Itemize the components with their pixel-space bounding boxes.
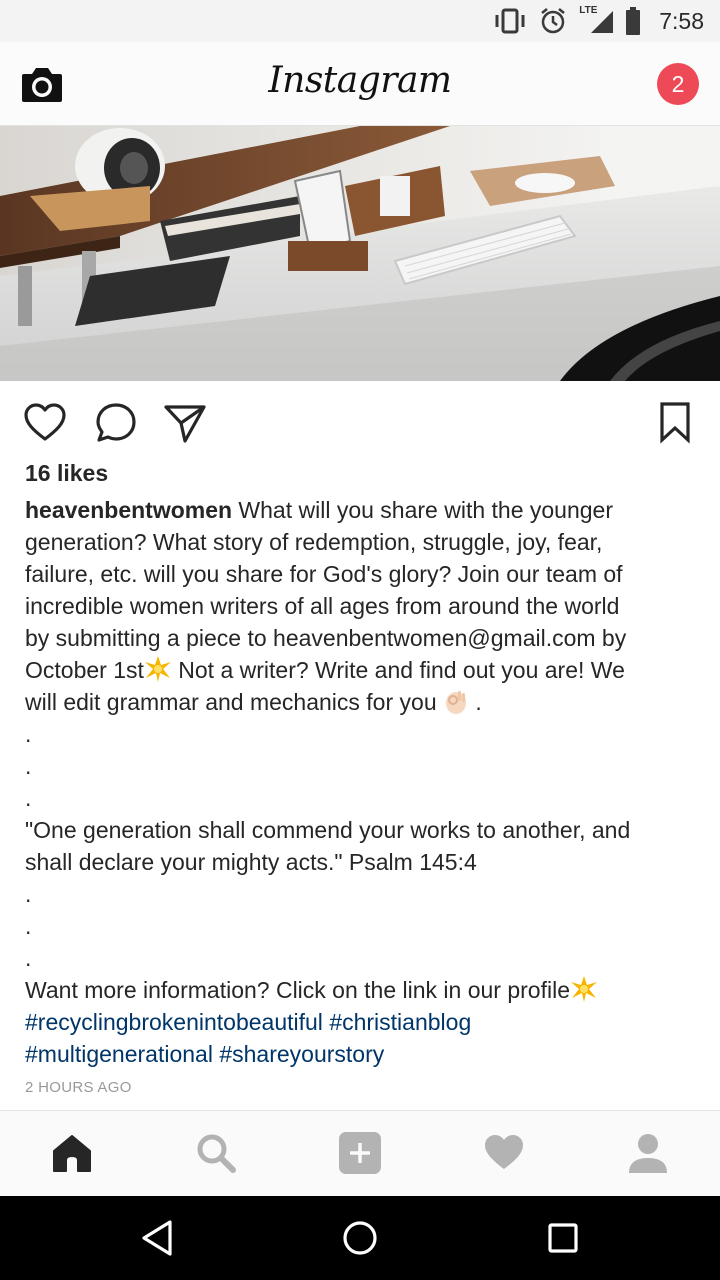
caption-line: incredible women writers of all ages fro… (25, 593, 620, 619)
profile-icon[interactable] (626, 1131, 670, 1175)
sparkle-star-emoji-icon (571, 976, 597, 1002)
caption-line: failure, etc. will you share for God's g… (25, 561, 623, 587)
battery-icon (626, 7, 641, 35)
home-circle-icon[interactable] (338, 1216, 382, 1260)
caption-line: . (25, 753, 32, 779)
signal-icon: LTE (579, 5, 614, 33)
post-timestamp: 2 HOURS AGO (25, 1079, 132, 1096)
caption-line: by submitting a piece to heavenbentwomen… (25, 625, 627, 651)
back-icon[interactable] (136, 1216, 180, 1260)
caption-line: October 1st (25, 657, 144, 683)
caption-line: "One generation shall commend your works… (25, 817, 631, 843)
likes-count[interactable]: 16 likes (25, 460, 108, 487)
hashtag-link[interactable]: #christianblog (329, 1009, 471, 1035)
caption-line: . (25, 881, 32, 907)
hashtag-link[interactable]: #shareyourstory (219, 1041, 384, 1067)
add-icon[interactable] (338, 1131, 382, 1175)
search-icon[interactable] (194, 1131, 238, 1175)
caption-line: generation? What story of redemption, st… (25, 529, 603, 555)
caption-line: . (25, 785, 32, 811)
ok-hand-emoji-icon (446, 691, 466, 714)
app-header: Instagram 2 (0, 42, 720, 126)
caption-line: . (25, 913, 32, 939)
recents-icon[interactable] (541, 1216, 585, 1260)
post-caption: heavenbentwomen What will you share with… (25, 494, 695, 1070)
activity-heart-icon[interactable] (482, 1131, 526, 1175)
status-time: 7:58 (659, 7, 704, 34)
caption-username[interactable]: heavenbentwomen (25, 497, 232, 523)
heart-icon[interactable] (23, 401, 67, 445)
caption-line: . (25, 721, 32, 747)
bottom-tab-bar (0, 1110, 720, 1196)
alarm-icon (541, 8, 566, 34)
caption-line: . (25, 945, 32, 971)
hashtag-link[interactable]: #recyclingbrokenintobeautiful (25, 1009, 323, 1035)
caption-line: Want more information? Click on the link… (25, 977, 570, 1003)
bookmark-icon[interactable] (653, 401, 697, 445)
caption-line: Not a writer? Write and find out you are… (171, 657, 625, 683)
instagram-logo: Instagram (268, 60, 452, 101)
sparkle-star-emoji-icon (144, 656, 171, 682)
status-bar: LTE 7:58 (0, 0, 720, 42)
desk-photo (0, 126, 720, 381)
notification-badge[interactable]: 2 (657, 63, 699, 105)
caption-line: shall declare your mighty acts." Psalm 1… (25, 849, 477, 875)
share-icon[interactable] (163, 401, 207, 445)
comment-icon[interactable] (94, 401, 138, 445)
post-image[interactable] (0, 126, 720, 381)
home-icon[interactable] (50, 1131, 94, 1175)
post-action-bar (0, 381, 720, 461)
hashtag-link[interactable]: #multigenerational (25, 1041, 213, 1067)
vibrate-icon (495, 8, 525, 34)
caption-line: What will you share with the younger (232, 497, 614, 523)
caption-line: . (469, 689, 482, 715)
caption-line: will edit grammar and mechanics for you (25, 689, 443, 715)
android-nav-bar (0, 1196, 720, 1280)
